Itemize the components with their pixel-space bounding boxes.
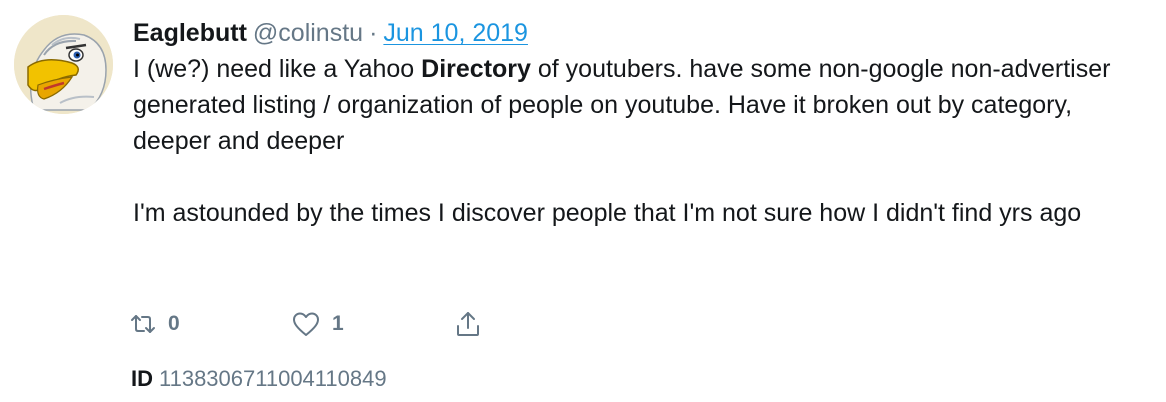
tweet-id-value: 1138306711004110849 <box>159 366 387 391</box>
tweet-header: Eaglebutt @colinstu · Jun 10, 2019 <box>133 16 1143 50</box>
share-icon <box>457 312 479 336</box>
heart-icon <box>293 312 319 336</box>
retweet-icon <box>131 315 155 333</box>
tweet-text: I (we?) need like a Yahoo Directory of y… <box>133 51 1143 231</box>
user-handle[interactable]: @colinstu <box>253 19 363 47</box>
tweet-id-row: ID 1138306711004110849 <box>131 366 387 392</box>
separator-dot: · <box>369 19 378 47</box>
tweet-paragraph-1: I (we?) need like a Yahoo Directory of y… <box>133 51 1143 159</box>
text-segment: I (we?) need like a Yahoo <box>133 55 422 83</box>
share-button[interactable] <box>454 310 482 338</box>
like-button[interactable]: 1 <box>292 311 454 337</box>
bold-text: Directory <box>421 55 531 83</box>
retweet-count: 0 <box>168 312 180 335</box>
like-count: 1 <box>332 312 344 335</box>
id-label: ID <box>131 366 153 391</box>
tweet-paragraph-2: I'm astounded by the times I discover pe… <box>133 199 1082 227</box>
retweet-button[interactable]: 0 <box>130 312 292 336</box>
tweet-actions: 0 1 <box>130 306 482 342</box>
tweet-date-link[interactable]: Jun 10, 2019 <box>383 19 528 47</box>
tweet: Eaglebutt @colinstu · Jun 10, 2019 I (we?) … <box>133 16 1143 231</box>
display-name[interactable]: Eaglebutt <box>133 19 247 47</box>
avatar[interactable] <box>14 15 113 114</box>
eagle-avatar-image <box>14 15 113 114</box>
